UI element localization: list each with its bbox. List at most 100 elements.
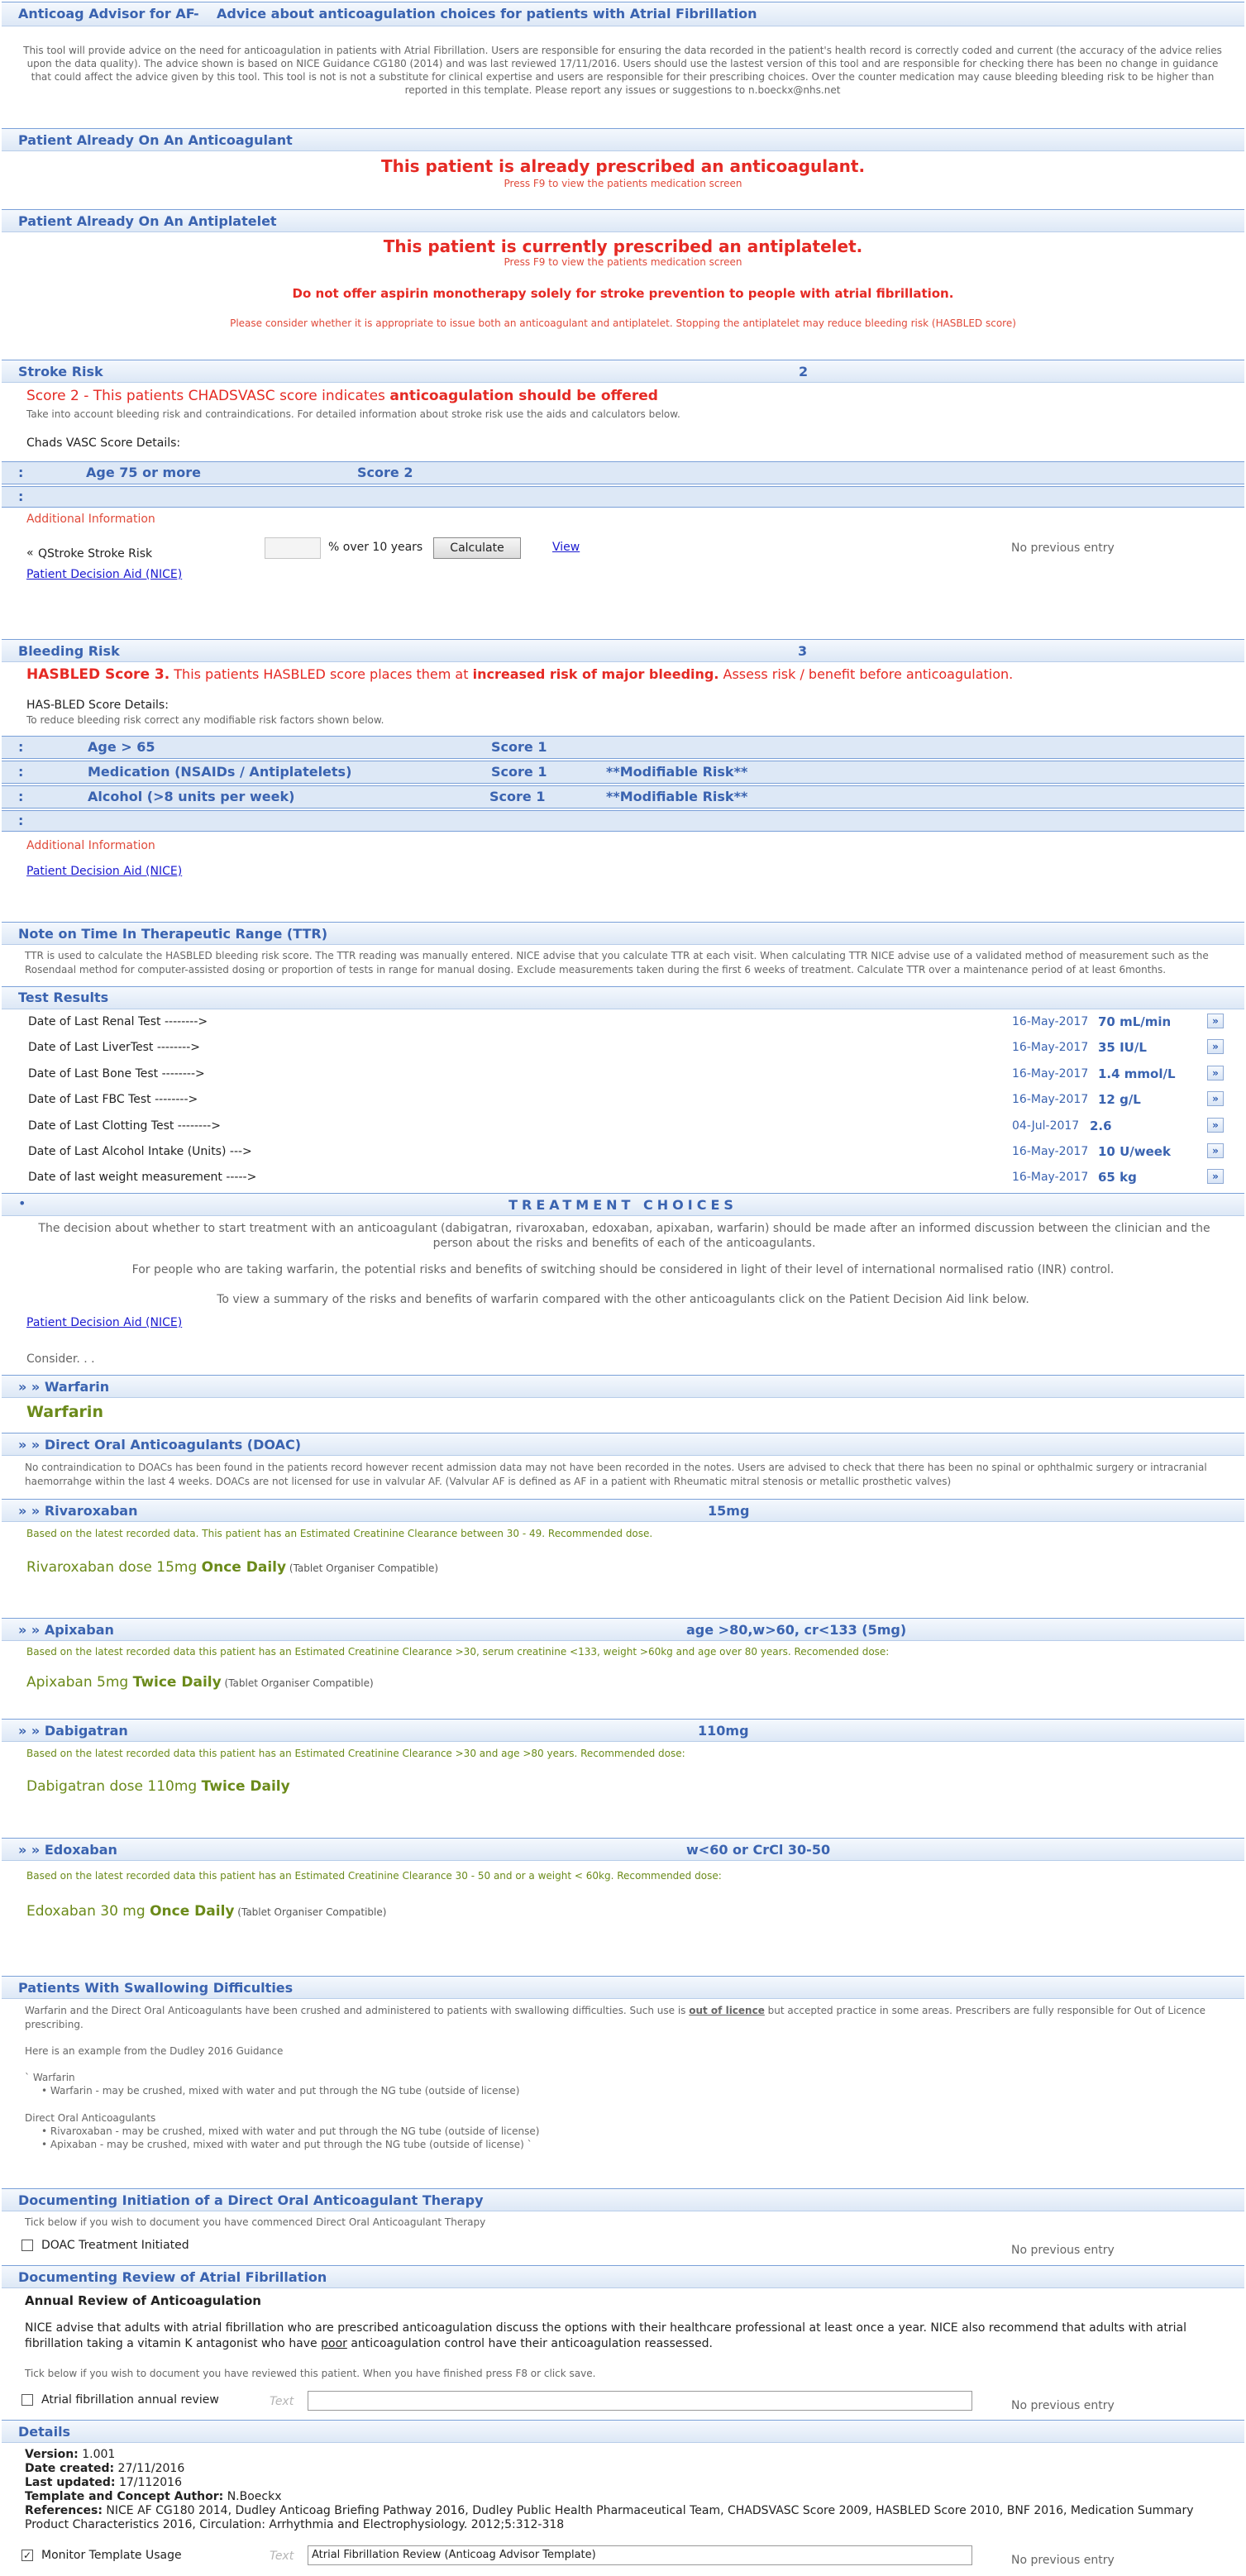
af-review-text-field[interactable] xyxy=(308,2391,972,2411)
monitor-text-field[interactable]: Atrial Fibrillation Review (Anticoag Adv… xyxy=(308,2545,972,2565)
test-row-date: 16-May-2017 xyxy=(1012,1093,1089,1106)
test-row-go-button[interactable]: » xyxy=(1207,1118,1224,1133)
test-row-date: 16-May-2017 xyxy=(1012,1041,1089,1054)
section-bleeding-risk xyxy=(2,639,1244,662)
details-created: Date created: 27/11/2016 xyxy=(25,2462,184,2475)
test-row-label: Date of last weight measurement -----> xyxy=(28,1171,257,1184)
test-row-value: 1.4 mmol/L xyxy=(1098,1066,1176,1081)
hasbled-row-colon: : xyxy=(18,764,24,780)
details-version: Version: 1.001 xyxy=(25,2448,115,2461)
disclaimer-text: This tool will provide advice on the nee… xyxy=(23,45,1222,96)
apixaban-title: » » Apixaban xyxy=(18,1622,114,1638)
test-row-go-button[interactable]: » xyxy=(1207,1039,1224,1054)
warfarin-title: » » Warfarin xyxy=(18,1379,110,1395)
doac-initiated-checkbox[interactable] xyxy=(21,2240,33,2251)
chadsvasc-details-label: Chads VASC Score Details: xyxy=(26,436,181,450)
doac-initiation-hint: Tick below if you wish to document you h… xyxy=(25,2216,486,2228)
swallowing-rivaroxaban-item: • Rivaroxaban - may be crushed, mixed wi… xyxy=(41,2125,540,2137)
doac-initiated-no-entry: No previous entry xyxy=(1011,2244,1115,2257)
af-annual-review-checkbox[interactable] xyxy=(21,2394,33,2406)
qstroke-icon: « xyxy=(26,546,34,560)
apixaban-organiser-note: (Tablet Organiser Compatible) xyxy=(221,1677,374,1689)
doac-title: » » Direct Oral Anticoagulants (DOAC) xyxy=(18,1437,302,1453)
section-stroke-risk xyxy=(2,360,1244,383)
treatment-consider: Consider. . . xyxy=(26,1352,95,1366)
out-of-licence-text: out of licence xyxy=(689,2005,765,2016)
version-value: 1.001 xyxy=(78,2448,116,2461)
test-row-label: Date of Last Renal Test --------> xyxy=(28,1015,208,1028)
rivaroxaban-dose-text: Rivaroxaban dose 15mg xyxy=(26,1559,202,1576)
dabigatran-dose-text: Dabigatran dose 110mg xyxy=(26,1778,202,1795)
edoxaban-recommendation: Edoxaban 30 mg Once Daily (Tablet Organi… xyxy=(26,1903,386,1920)
test-row-go-button[interactable]: » xyxy=(1207,1169,1224,1184)
hasbled-advice-text: Assess risk / benefit before anticoagula… xyxy=(718,666,1014,682)
section-details xyxy=(2,2420,1244,2443)
rivaroxaban-organiser-note: (Tablet Organiser Compatible) xyxy=(286,1562,439,1574)
test-row-value: 12 g/L xyxy=(1098,1092,1141,1107)
test-row-go-button[interactable]: » xyxy=(1207,1091,1224,1106)
anticoagulant-hint: Press F9 to view the patients medication… xyxy=(504,178,742,189)
test-row-date: 16-May-2017 xyxy=(1012,1015,1089,1028)
test-results-title: Test Results xyxy=(18,990,109,1005)
treatment-p2: For people who are taking warfarin, the … xyxy=(131,1263,1115,1276)
qstroke-percent-input[interactable] xyxy=(265,537,321,559)
hasbled-row-empty-colon: : xyxy=(18,813,24,828)
hasbled-row-label: Medication (NSAIDs / Antiplatelets) xyxy=(88,764,352,780)
hasbled-summary: HASBLED Score 3. This patients HASBLED s… xyxy=(26,666,1013,683)
treatment-p1: The decision about whether to start trea… xyxy=(38,1222,1210,1250)
stroke-decision-aid-link[interactable]: Patient Decision Aid (NICE) xyxy=(26,568,182,581)
test-row-go-button[interactable]: » xyxy=(1207,1143,1224,1158)
swallowing-apixaban-item: • Apixaban - may be crushed, mixed with … xyxy=(41,2139,532,2150)
aspirin-warning: Do not offer aspirin monotherapy solely … xyxy=(292,286,954,301)
section-dabigatran xyxy=(2,1719,1244,1742)
swallowing-warfarin-item: • Warfarin - may be crushed, mixed with … xyxy=(41,2085,520,2097)
hasbled-row-label: Alcohol (>8 units per week) xyxy=(88,789,295,804)
af-annual-review-label: Atrial fibrillation annual review xyxy=(41,2393,219,2407)
bleeding-decision-aid-link[interactable]: Patient Decision Aid (NICE) xyxy=(26,865,182,878)
swallowing-doac-heading: Direct Oral Anticoagulants xyxy=(25,2112,156,2124)
updated-label: Last updated: xyxy=(25,2476,116,2489)
stroke-risk-score: 2 xyxy=(799,364,809,379)
test-row-go-button[interactable]: » xyxy=(1207,1014,1224,1028)
af-review-title: Documenting Review of Atrial Fibrillatio… xyxy=(18,2269,327,2285)
hasbled-summary-text: This patients HASBLED score places them … xyxy=(169,666,473,682)
calculate-button[interactable]: Calculate xyxy=(433,537,521,559)
created-value: 27/11/2016 xyxy=(114,2462,185,2475)
bleeding-additional-info: Additional Information xyxy=(26,839,155,852)
test-row-date: 16-May-2017 xyxy=(1012,1145,1089,1158)
treatment-decision-aid-link[interactable]: Patient Decision Aid (NICE) xyxy=(26,1316,182,1329)
section-warfarin xyxy=(2,1375,1244,1398)
monitor-usage-checkbox[interactable]: ✓ xyxy=(21,2550,33,2561)
edoxaban-dose-text: Edoxaban 30 mg xyxy=(26,1903,150,1920)
references-label: References: xyxy=(25,2504,103,2517)
antiplatelet-message: This patient is currently prescribed an … xyxy=(383,236,863,256)
test-row-date: 04-Jul-2017 xyxy=(1012,1119,1080,1133)
test-row-value: 35 IU/L xyxy=(1098,1040,1147,1055)
test-row-go-button[interactable]: » xyxy=(1207,1066,1224,1080)
rivaroxaban-frequency: Once Daily xyxy=(201,1559,287,1576)
treatment-title: TREATMENT CHOICES xyxy=(508,1197,738,1213)
edoxaban-dose-badge: w<60 or CrCl 30-50 xyxy=(686,1842,831,1858)
anticoagulant-message: This patient is already prescribed an an… xyxy=(380,156,866,176)
hasbled-row-empty xyxy=(2,810,1244,832)
swallowing-example: Here is an example from the Dudley 2016 … xyxy=(25,2045,284,2057)
section-test-results xyxy=(2,986,1244,1009)
swallowing-intro-a: Warfarin and the Direct Oral Anticoagula… xyxy=(25,2005,690,2016)
hasbled-details-label: HAS-BLED Score Details: xyxy=(26,699,169,712)
apixaban-dose-badge: age >80,w>60, cr<133 (5mg) xyxy=(686,1622,907,1638)
chadsvasc-row-empty-colon: : xyxy=(18,489,24,504)
swallowing-intro: Warfarin and the Direct Oral Anticoagula… xyxy=(25,2004,1215,2032)
test-row-value: 2.6 xyxy=(1090,1119,1112,1133)
chadsvasc-recommendation: anticoagulation should be offered xyxy=(389,388,658,404)
rivaroxaban-dose-badge: 15mg xyxy=(708,1503,750,1519)
author-value: N.Boeckx xyxy=(223,2490,282,2503)
qstroke-view-link[interactable]: View xyxy=(552,541,580,554)
section-edoxaban xyxy=(2,1838,1244,1861)
antiplatelet-note: Please consider whether it is appropriat… xyxy=(230,317,1016,329)
hasbled-details-sub: To reduce bleeding risk correct any modi… xyxy=(26,714,384,726)
chadsvasc-summary: Score 2 - This patients CHADSVASC score … xyxy=(26,388,658,404)
doac-text: No contraindication to DOACs has been fo… xyxy=(25,1462,1207,1487)
stroke-risk-title: Stroke Risk xyxy=(18,364,103,379)
details-references: References: NICE AF CG180 2014, Dudley A… xyxy=(25,2504,1220,2532)
hasbled-risk-text: increased risk of major bleeding. xyxy=(472,666,719,682)
